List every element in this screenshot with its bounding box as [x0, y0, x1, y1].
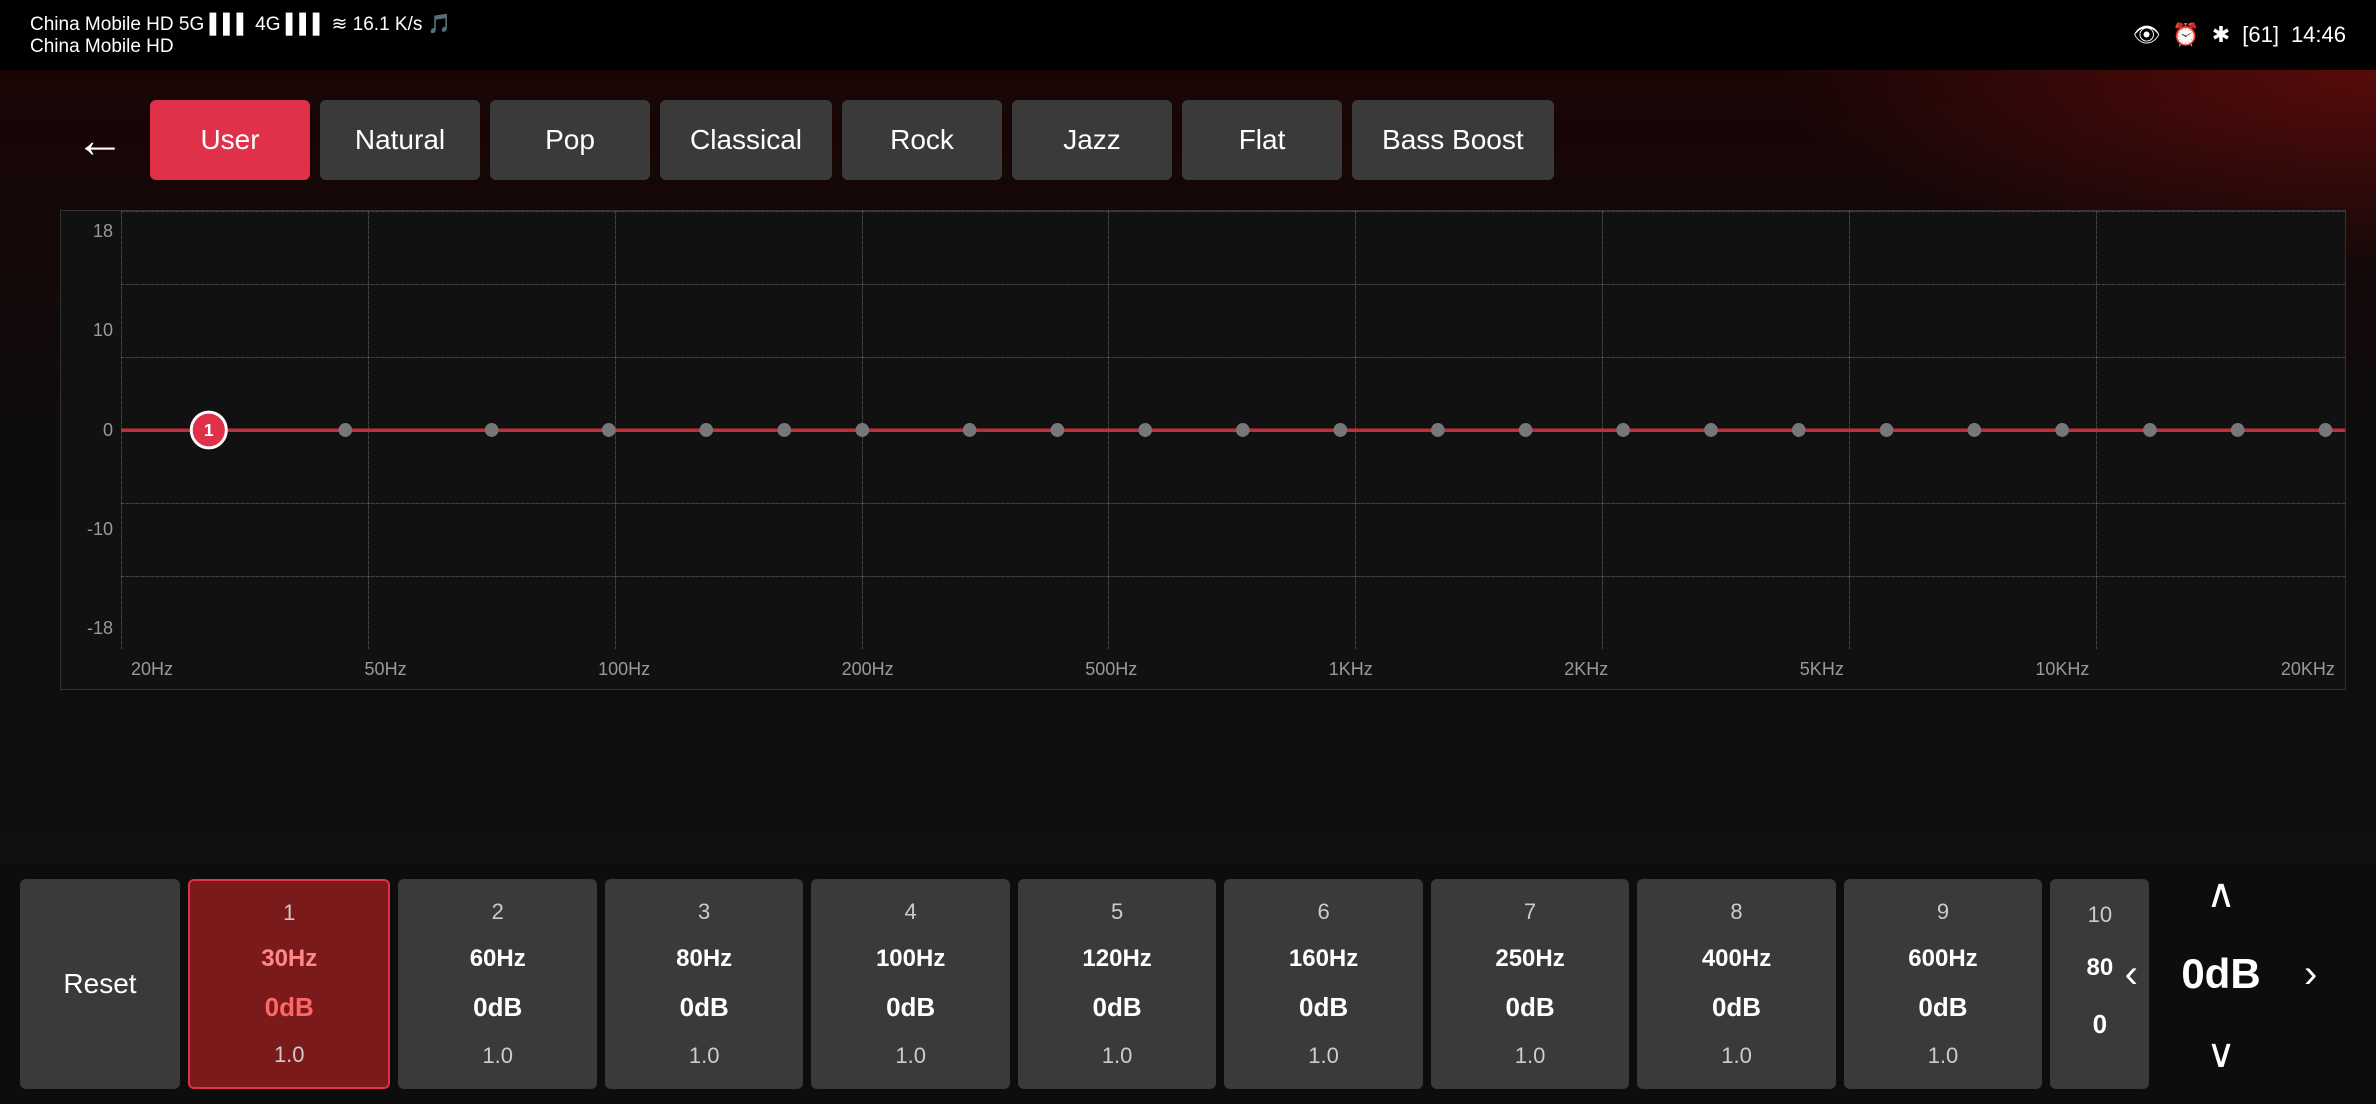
band-1-number: 1 [283, 900, 295, 926]
band-9-db: 0dB [1918, 992, 1967, 1023]
band-7-number: 7 [1524, 899, 1536, 925]
x-label-100hz: 100Hz [598, 659, 650, 680]
band-8-q: 1.0 [1721, 1043, 1752, 1069]
band-5-q: 1.0 [1102, 1043, 1133, 1069]
x-label-50hz: 50Hz [365, 659, 407, 680]
band-6-freq: 160Hz [1289, 945, 1358, 973]
band-7-q: 1.0 [1515, 1043, 1546, 1069]
band-cell-2[interactable]: 2 60Hz 0dB 1.0 [398, 879, 596, 1089]
band-cell-3[interactable]: 3 80Hz 0dB 1.0 [605, 879, 803, 1089]
band-2-number: 2 [492, 899, 504, 925]
y-label-neg10: -10 [87, 519, 113, 540]
prev-button[interactable]: ‹ [2101, 944, 2161, 1004]
band-cell-6[interactable]: 6 160Hz 0dB 1.0 [1224, 879, 1422, 1089]
band-cell-4[interactable]: 4 100Hz 0dB 1.0 [811, 879, 1009, 1089]
band-5-number: 5 [1111, 899, 1123, 925]
band-2-freq: 60Hz [470, 945, 526, 973]
band-8-freq: 400Hz [1702, 945, 1771, 973]
preset-classical[interactable]: Classical [660, 100, 832, 180]
y-labels: 18 10 0 -10 -18 [61, 211, 121, 649]
bluetooth-icon: ✱ [2212, 22, 2230, 48]
band-cell-5[interactable]: 5 120Hz 0dB 1.0 [1018, 879, 1216, 1089]
preset-bass-boost[interactable]: Bass Boost [1352, 100, 1554, 180]
band-5-db: 0dB [1093, 992, 1142, 1023]
band-6-number: 6 [1317, 899, 1329, 925]
back-button[interactable]: ← [60, 100, 140, 180]
band-1-db: 0dB [265, 992, 314, 1023]
status-bar: China Mobile HD 5G ▌▌▌ 4G ▌▌▌ ≋ 16.1 K/s… [0, 0, 2376, 70]
db-display: 0dB [2181, 950, 2260, 998]
band-7-freq: 250Hz [1495, 945, 1564, 973]
band-9-number: 9 [1937, 899, 1949, 925]
band-6-db: 0dB [1299, 992, 1348, 1023]
up-button[interactable]: ∧ [2181, 864, 2261, 924]
eq-chart-container: 18 10 0 -10 -18 [60, 210, 2346, 690]
x-label-20hz: 20Hz [131, 659, 173, 680]
right-controls: ∧ ‹ 0dB › ∨ [2096, 864, 2346, 1084]
reset-button[interactable]: Reset [20, 879, 180, 1089]
x-labels: 20Hz 50Hz 100Hz 200Hz 500Hz 1KHz 2KHz 5K… [121, 649, 2345, 689]
band-1-freq: 30Hz [261, 945, 317, 973]
down-button[interactable]: ∨ [2181, 1024, 2261, 1084]
y-label-10: 10 [93, 320, 113, 341]
band-3-db: 0dB [680, 992, 729, 1023]
band-8-number: 8 [1730, 899, 1742, 925]
preset-jazz[interactable]: Jazz [1012, 100, 1172, 180]
preset-flat[interactable]: Flat [1182, 100, 1342, 180]
band-cell-1[interactable]: 1 30Hz 0dB 1.0 [188, 879, 390, 1089]
band-4-db: 0dB [886, 992, 935, 1023]
band-6-q: 1.0 [1308, 1043, 1339, 1069]
band-controls: Reset 1 30Hz 0dB 1.0 2 60Hz 0dB 1.0 3 80… [0, 864, 2376, 1104]
preset-natural[interactable]: Natural [320, 100, 480, 180]
eye-icon: 👁 [2132, 22, 2160, 48]
presets-bar: ← User Natural Pop Classical Rock Jazz F… [60, 90, 2346, 190]
band-3-number: 3 [698, 899, 710, 925]
band-cell-7[interactable]: 7 250Hz 0dB 1.0 [1431, 879, 1629, 1089]
band-4-freq: 100Hz [876, 945, 945, 973]
band-5-freq: 120Hz [1082, 945, 1151, 973]
alarm-icon: ⏰ [2172, 22, 2199, 48]
band-1-q: 1.0 [274, 1042, 305, 1068]
x-label-1khz: 1KHz [1329, 659, 1373, 680]
band-2-q: 1.0 [482, 1043, 513, 1069]
svg-text:1: 1 [204, 420, 214, 440]
y-label-neg18: -18 [87, 618, 113, 639]
x-label-2khz: 2KHz [1564, 659, 1608, 680]
x-label-5khz: 5KHz [1800, 659, 1844, 680]
eq-chart: 18 10 0 -10 -18 [61, 211, 2345, 689]
preset-user[interactable]: User [150, 100, 310, 180]
band-7-db: 0dB [1505, 992, 1554, 1023]
band-9-freq: 600Hz [1908, 945, 1977, 973]
band-cell-8[interactable]: 8 400Hz 0dB 1.0 [1637, 879, 1835, 1089]
preset-rock[interactable]: Rock [842, 100, 1002, 180]
carrier2: China Mobile HD [30, 36, 451, 58]
preset-pop[interactable]: Pop [490, 100, 650, 180]
band-4-q: 1.0 [895, 1043, 926, 1069]
clock: 14:46 [2291, 22, 2346, 48]
carrier-info: China Mobile HD 5G ▌▌▌ 4G ▌▌▌ ≋ 16.1 K/s… [30, 12, 451, 58]
x-label-200hz: 200Hz [842, 659, 894, 680]
eq-svg: 1 [121, 211, 2345, 649]
y-label-18: 18 [93, 221, 113, 242]
lr-row: ‹ 0dB › [2101, 944, 2340, 1004]
band-4-number: 4 [905, 899, 917, 925]
band-3-freq: 80Hz [676, 945, 732, 973]
chart-area[interactable]: 1 [121, 211, 2345, 649]
band-8-db: 0dB [1712, 992, 1761, 1023]
x-label-10khz: 10KHz [2035, 659, 2089, 680]
band-cell-9[interactable]: 9 600Hz 0dB 1.0 [1844, 879, 2042, 1089]
band-3-q: 1.0 [689, 1043, 720, 1069]
x-label-500hz: 500Hz [1085, 659, 1137, 680]
x-label-20khz: 20KHz [2281, 659, 2335, 680]
next-button[interactable]: › [2281, 944, 2341, 1004]
status-right: 👁 ⏰ ✱ [61] 14:46 [2132, 22, 2346, 48]
main-content: ← User Natural Pop Classical Rock Jazz F… [0, 70, 2376, 1104]
band-9-q: 1.0 [1928, 1043, 1959, 1069]
carrier1: China Mobile HD 5G ▌▌▌ 4G ▌▌▌ ≋ 16.1 K/s… [30, 12, 451, 36]
band-2-db: 0dB [473, 992, 522, 1023]
battery-indicator: [61] [2242, 22, 2279, 48]
y-label-0: 0 [103, 420, 113, 441]
